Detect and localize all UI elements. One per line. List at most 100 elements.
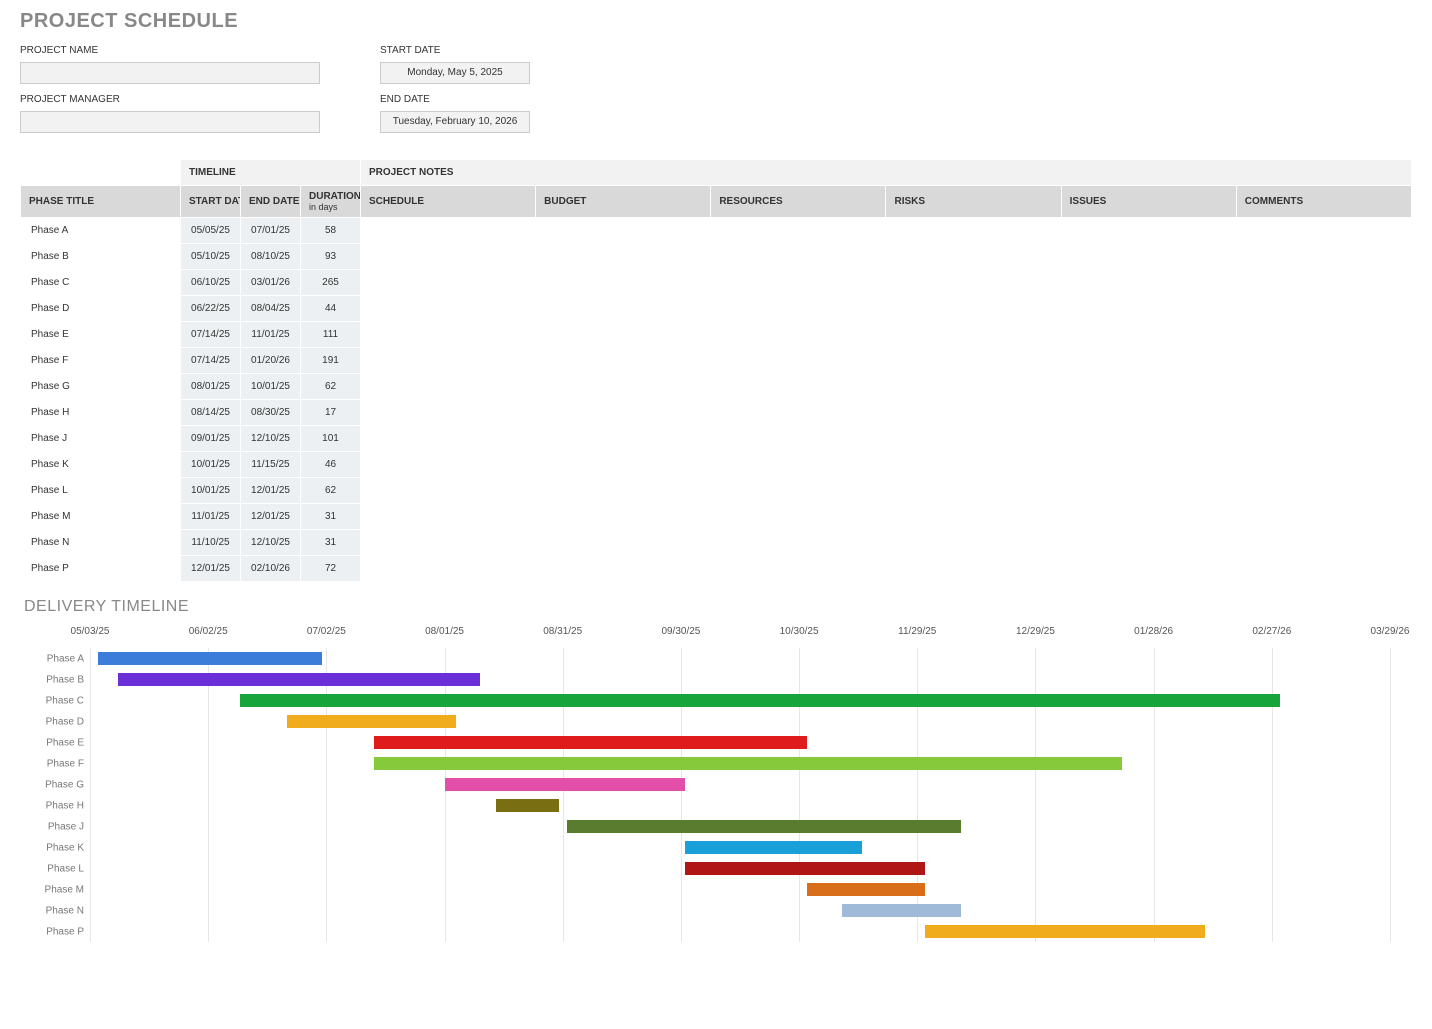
cell-risks[interactable] (886, 270, 1061, 296)
cell-resources[interactable] (711, 374, 886, 400)
cell-budget[interactable] (536, 504, 711, 530)
cell-end[interactable]: 07/01/25 (241, 218, 301, 244)
cell-comments[interactable] (1236, 426, 1411, 452)
cell-duration[interactable]: 44 (301, 296, 361, 322)
cell-resources[interactable] (711, 348, 886, 374)
end-date-value[interactable]: Tuesday, February 10, 2026 (380, 111, 530, 133)
cell-schedule[interactable] (361, 452, 536, 478)
cell-duration[interactable]: 62 (301, 374, 361, 400)
cell-comments[interactable] (1236, 218, 1411, 244)
cell-resources[interactable] (711, 504, 886, 530)
cell-issues[interactable] (1061, 478, 1236, 504)
cell-end[interactable]: 08/30/25 (241, 400, 301, 426)
cell-duration[interactable]: 62 (301, 478, 361, 504)
cell-resources[interactable] (711, 218, 886, 244)
cell-schedule[interactable] (361, 478, 536, 504)
cell-resources[interactable] (711, 244, 886, 270)
cell-phase[interactable]: Phase H (21, 400, 181, 426)
cell-comments[interactable] (1236, 296, 1411, 322)
cell-schedule[interactable] (361, 244, 536, 270)
cell-schedule[interactable] (361, 530, 536, 556)
cell-resources[interactable] (711, 322, 886, 348)
cell-resources[interactable] (711, 296, 886, 322)
cell-risks[interactable] (886, 504, 1061, 530)
cell-comments[interactable] (1236, 270, 1411, 296)
cell-start[interactable]: 08/01/25 (181, 374, 241, 400)
cell-issues[interactable] (1061, 452, 1236, 478)
cell-phase[interactable]: Phase N (21, 530, 181, 556)
cell-risks[interactable] (886, 426, 1061, 452)
cell-resources[interactable] (711, 452, 886, 478)
cell-start[interactable]: 06/10/25 (181, 270, 241, 296)
cell-schedule[interactable] (361, 400, 536, 426)
cell-comments[interactable] (1236, 556, 1411, 582)
cell-issues[interactable] (1061, 556, 1236, 582)
cell-budget[interactable] (536, 556, 711, 582)
cell-comments[interactable] (1236, 530, 1411, 556)
cell-risks[interactable] (886, 478, 1061, 504)
cell-issues[interactable] (1061, 270, 1236, 296)
cell-duration[interactable]: 93 (301, 244, 361, 270)
cell-issues[interactable] (1061, 504, 1236, 530)
cell-comments[interactable] (1236, 244, 1411, 270)
cell-schedule[interactable] (361, 296, 536, 322)
cell-duration[interactable]: 31 (301, 530, 361, 556)
cell-end[interactable]: 08/04/25 (241, 296, 301, 322)
cell-start[interactable]: 10/01/25 (181, 478, 241, 504)
cell-start[interactable]: 09/01/25 (181, 426, 241, 452)
cell-resources[interactable] (711, 556, 886, 582)
cell-phase[interactable]: Phase G (21, 374, 181, 400)
cell-resources[interactable] (711, 426, 886, 452)
cell-budget[interactable] (536, 218, 711, 244)
cell-issues[interactable] (1061, 244, 1236, 270)
cell-phase[interactable]: Phase P (21, 556, 181, 582)
cell-duration[interactable]: 191 (301, 348, 361, 374)
cell-start[interactable]: 06/22/25 (181, 296, 241, 322)
cell-schedule[interactable] (361, 426, 536, 452)
cell-issues[interactable] (1061, 374, 1236, 400)
cell-schedule[interactable] (361, 322, 536, 348)
cell-comments[interactable] (1236, 478, 1411, 504)
cell-comments[interactable] (1236, 400, 1411, 426)
cell-resources[interactable] (711, 478, 886, 504)
cell-issues[interactable] (1061, 322, 1236, 348)
cell-start[interactable]: 12/01/25 (181, 556, 241, 582)
cell-budget[interactable] (536, 452, 711, 478)
cell-end[interactable]: 12/01/25 (241, 478, 301, 504)
cell-issues[interactable] (1061, 530, 1236, 556)
cell-resources[interactable] (711, 400, 886, 426)
cell-schedule[interactable] (361, 348, 536, 374)
cell-risks[interactable] (886, 244, 1061, 270)
cell-end[interactable]: 03/01/26 (241, 270, 301, 296)
start-date-value[interactable]: Monday, May 5, 2025 (380, 62, 530, 84)
cell-comments[interactable] (1236, 348, 1411, 374)
cell-issues[interactable] (1061, 296, 1236, 322)
cell-phase[interactable]: Phase M (21, 504, 181, 530)
cell-issues[interactable] (1061, 218, 1236, 244)
cell-comments[interactable] (1236, 322, 1411, 348)
cell-budget[interactable] (536, 322, 711, 348)
cell-start[interactable]: 07/14/25 (181, 348, 241, 374)
cell-duration[interactable]: 58 (301, 218, 361, 244)
cell-phase[interactable]: Phase F (21, 348, 181, 374)
cell-issues[interactable] (1061, 348, 1236, 374)
cell-budget[interactable] (536, 374, 711, 400)
cell-resources[interactable] (711, 270, 886, 296)
cell-end[interactable]: 12/10/25 (241, 426, 301, 452)
cell-duration[interactable]: 72 (301, 556, 361, 582)
project-name-input[interactable] (20, 62, 320, 84)
cell-schedule[interactable] (361, 218, 536, 244)
cell-budget[interactable] (536, 270, 711, 296)
cell-risks[interactable] (886, 400, 1061, 426)
cell-start[interactable]: 08/14/25 (181, 400, 241, 426)
cell-duration[interactable]: 265 (301, 270, 361, 296)
cell-phase[interactable]: Phase L (21, 478, 181, 504)
cell-schedule[interactable] (361, 270, 536, 296)
cell-start[interactable]: 05/05/25 (181, 218, 241, 244)
cell-risks[interactable] (886, 218, 1061, 244)
cell-duration[interactable]: 46 (301, 452, 361, 478)
cell-phase[interactable]: Phase J (21, 426, 181, 452)
cell-end[interactable]: 12/01/25 (241, 504, 301, 530)
project-manager-input[interactable] (20, 111, 320, 133)
cell-risks[interactable] (886, 556, 1061, 582)
